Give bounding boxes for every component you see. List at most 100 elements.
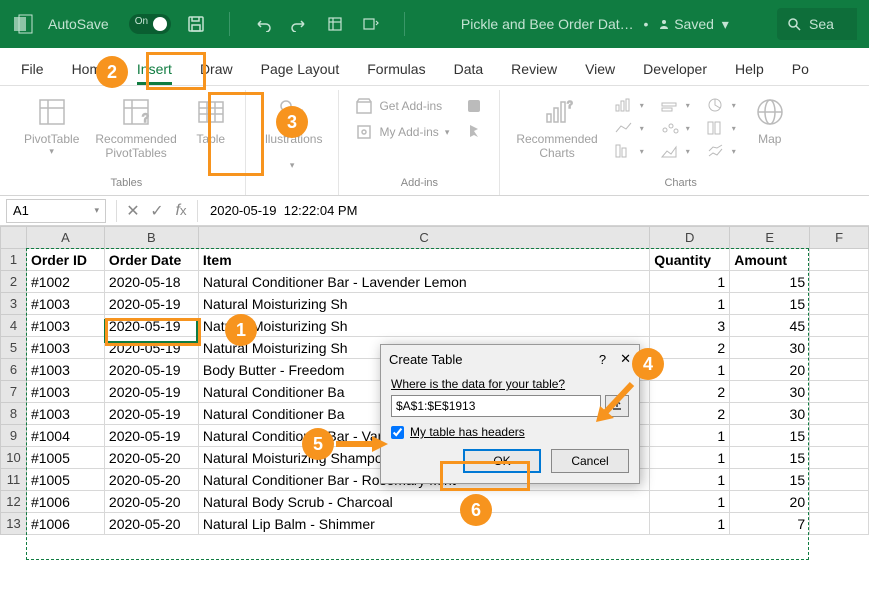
tab-data[interactable]: Data (441, 53, 497, 85)
cell[interactable]: 1 (650, 293, 730, 315)
chart-type-3[interactable]: ▾ (610, 140, 648, 162)
tab-view[interactable]: View (572, 53, 628, 85)
cell[interactable] (810, 381, 869, 403)
tab-formulas[interactable]: Formulas (354, 53, 438, 85)
col-header[interactable]: B (104, 227, 198, 249)
cancel-button[interactable]: Cancel (551, 449, 629, 473)
tab-draw[interactable]: Draw (187, 53, 246, 85)
row-header[interactable]: 8 (1, 403, 27, 425)
tab-insert[interactable]: Insert (124, 53, 185, 85)
cell[interactable]: 20 (730, 491, 810, 513)
cell[interactable]: 15 (730, 293, 810, 315)
formula-input[interactable] (202, 203, 869, 218)
cell[interactable]: 1 (650, 513, 730, 535)
row-header[interactable]: 13 (1, 513, 27, 535)
cell[interactable]: 15 (730, 469, 810, 491)
cell[interactable]: #1006 (26, 513, 104, 535)
cell[interactable] (810, 359, 869, 381)
cell[interactable] (810, 249, 869, 271)
maps-button[interactable]: Map (744, 92, 796, 148)
cell[interactable]: #1003 (26, 315, 104, 337)
cell[interactable]: 20 (730, 359, 810, 381)
cell[interactable]: 1 (650, 447, 730, 469)
tab-developer[interactable]: Developer (630, 53, 720, 85)
cell[interactable]: #1003 (26, 337, 104, 359)
tab-page-layout[interactable]: Page Layout (248, 53, 353, 85)
cell[interactable]: Natural Lip Balm - Shimmer (198, 513, 649, 535)
cell[interactable]: 2020-05-19 (104, 293, 198, 315)
cell[interactable]: #1003 (26, 293, 104, 315)
cell[interactable]: Quantity (650, 249, 730, 271)
cell[interactable] (810, 447, 869, 469)
cell[interactable]: Order ID (26, 249, 104, 271)
recommended-pivottables-button[interactable]: ? Recommended PivotTables (87, 92, 184, 162)
cell[interactable]: 30 (730, 337, 810, 359)
cell[interactable]: 2020-05-19 (104, 315, 198, 337)
cancel-formula-icon[interactable]: ✕ (121, 199, 145, 223)
chart-type-7[interactable]: ▾ (702, 94, 740, 116)
row-header[interactable]: 11 (1, 469, 27, 491)
cell[interactable]: Item (198, 249, 649, 271)
get-addins-button[interactable]: Get Add-ins (351, 94, 453, 118)
cell[interactable]: 30 (730, 403, 810, 425)
save-icon[interactable] (185, 13, 207, 35)
cell[interactable]: 2 (650, 403, 730, 425)
row-header[interactable]: 10 (1, 447, 27, 469)
fx-icon[interactable]: fx (169, 199, 193, 223)
bing-icon[interactable] (461, 120, 487, 144)
cell[interactable]: 2020-05-19 (104, 425, 198, 447)
cell[interactable]: 7 (730, 513, 810, 535)
cell[interactable] (810, 271, 869, 293)
cell[interactable] (810, 293, 869, 315)
redo-icon[interactable] (288, 13, 310, 35)
table-button[interactable]: Table (185, 92, 237, 148)
cell[interactable]: 1 (650, 491, 730, 513)
cell[interactable]: 30 (730, 381, 810, 403)
row-header[interactable]: 12 (1, 491, 27, 513)
undo-icon[interactable] (252, 13, 274, 35)
cell[interactable]: 15 (730, 447, 810, 469)
cell[interactable]: Amount (730, 249, 810, 271)
search-box[interactable]: Sea (777, 8, 857, 40)
cell[interactable]: #1006 (26, 491, 104, 513)
col-header[interactable]: F (810, 227, 869, 249)
row-header[interactable]: 4 (1, 315, 27, 337)
col-header[interactable]: C (198, 227, 649, 249)
cell[interactable]: 1 (650, 271, 730, 293)
row-header[interactable]: 1 (1, 249, 27, 271)
cell[interactable]: 2020-05-20 (104, 447, 198, 469)
cell[interactable]: #1003 (26, 403, 104, 425)
cell[interactable]: Natural Conditioner Bar - Lavender Lemon (198, 271, 649, 293)
col-header[interactable]: E (730, 227, 810, 249)
name-box[interactable]: A1 ▾ (6, 199, 106, 223)
cell[interactable]: #1003 (26, 381, 104, 403)
qat-icon-2[interactable] (360, 13, 382, 35)
chart-type-1[interactable]: ▾ (610, 94, 648, 116)
row-header[interactable]: 9 (1, 425, 27, 447)
row-header[interactable]: 6 (1, 359, 27, 381)
cell[interactable]: #1005 (26, 447, 104, 469)
visio-icon[interactable] (461, 94, 487, 118)
tab-help[interactable]: Help (722, 53, 777, 85)
cell[interactable] (810, 513, 869, 535)
cell[interactable]: 2020-05-19 (104, 359, 198, 381)
cell[interactable]: #1005 (26, 469, 104, 491)
cell[interactable]: 2020-05-20 (104, 513, 198, 535)
recommended-charts-button[interactable]: ? Recommended Charts (508, 92, 605, 162)
tab-review[interactable]: Review (498, 53, 570, 85)
cell[interactable]: 2020-05-20 (104, 469, 198, 491)
row-header[interactable]: 7 (1, 381, 27, 403)
col-header[interactable]: A (26, 227, 104, 249)
cell[interactable]: 2 (650, 381, 730, 403)
cell[interactable]: 2020-05-18 (104, 271, 198, 293)
autosave-toggle[interactable]: On (129, 14, 171, 34)
close-icon[interactable]: ✕ (620, 351, 631, 367)
cell[interactable]: #1003 (26, 359, 104, 381)
chart-type-5[interactable]: ▾ (656, 117, 694, 139)
col-header[interactable]: D (650, 227, 730, 249)
tab-overflow[interactable]: Po (779, 53, 822, 85)
cell[interactable]: 2020-05-20 (104, 491, 198, 513)
cell[interactable]: Natural Body Scrub - Charcoal (198, 491, 649, 513)
cell[interactable]: 45 (730, 315, 810, 337)
headers-checkbox[interactable] (391, 426, 404, 439)
